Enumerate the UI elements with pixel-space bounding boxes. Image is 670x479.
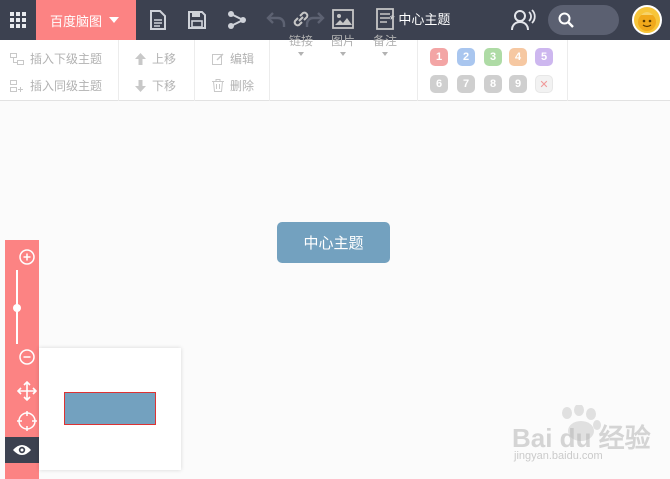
chevron-down-icon [340, 52, 346, 56]
navigator-toggle-button[interactable] [5, 437, 39, 463]
move-down-button[interactable]: 下移 [135, 77, 176, 94]
move-up-label: 上移 [152, 52, 177, 66]
priority-5-button[interactable]: 5 [535, 48, 553, 66]
priority-6-button[interactable]: 6 [430, 75, 448, 93]
insert-sibling-label: 插入同级主题 [30, 79, 103, 93]
new-document-icon[interactable] [146, 8, 170, 32]
priority-3-button[interactable]: 3 [484, 48, 502, 66]
document-title: * 中心主题 [389, 12, 451, 27]
navigator-viewport[interactable] [64, 392, 156, 425]
arrow-down-icon [135, 79, 146, 92]
watermark-url: jingyan.baidu.com [514, 450, 603, 462]
chevron-down-icon [298, 52, 304, 56]
edit-button[interactable]: 编辑 [212, 50, 254, 67]
chevron-down-icon [109, 17, 120, 23]
zoom-slider-handle[interactable] [13, 304, 21, 312]
avatar[interactable] [632, 5, 662, 35]
note-icon [376, 8, 394, 30]
priority-1-button[interactable]: 1 [430, 48, 448, 66]
delete-label: 删除 [230, 79, 255, 93]
zoom-out-icon [19, 349, 35, 365]
delete-button[interactable]: 删除 [212, 77, 254, 94]
chevron-down-icon [382, 52, 388, 56]
edit-label: 编辑 [230, 52, 255, 66]
zoom-in-button[interactable] [10, 245, 44, 269]
insert-sibling-button[interactable]: 插入同级主题 [10, 77, 102, 94]
broadcast-user-icon[interactable] [510, 8, 538, 32]
edit-icon [212, 53, 224, 65]
priority-2-button[interactable]: 2 [457, 48, 475, 66]
image-button[interactable]: 图片 [328, 8, 358, 56]
insert-sibling-icon [10, 79, 23, 92]
link-button[interactable]: 链接 [286, 8, 316, 56]
move-down-label: 下移 [152, 79, 177, 93]
insert-child-icon [10, 52, 24, 65]
image-icon [332, 9, 354, 29]
center-topic-node[interactable]: 中心主题 [277, 222, 390, 263]
insert-child-button[interactable]: 插入下级主题 [10, 50, 102, 67]
insert-child-label: 插入下级主题 [30, 52, 103, 66]
move-up-button[interactable]: 上移 [135, 50, 176, 67]
apps-grid-icon[interactable] [0, 0, 36, 40]
link-label: 链接 [288, 34, 313, 48]
share-icon[interactable] [225, 8, 249, 32]
target-icon [17, 411, 37, 431]
priority-9-button[interactable]: 9 [509, 75, 527, 93]
zoom-in-icon [19, 249, 35, 265]
priority-4-button[interactable]: 4 [509, 48, 527, 66]
priority-8-button[interactable]: 8 [484, 75, 502, 93]
priority-7-button[interactable]: 7 [457, 75, 475, 93]
image-label: 图片 [330, 34, 355, 48]
search-button[interactable] [548, 5, 619, 35]
arrow-up-icon [135, 52, 146, 65]
link-icon [293, 11, 309, 27]
trash-icon [212, 79, 224, 92]
brand-menu-button[interactable]: 百度脑图 [36, 0, 136, 40]
search-icon [558, 12, 574, 28]
priority-clear-button[interactable]: ✕ [535, 75, 553, 93]
move-arrows-icon [17, 381, 37, 401]
eye-icon [13, 445, 31, 455]
note-label: 备注 [372, 34, 397, 48]
brand-label: 百度脑图 [50, 13, 103, 29]
save-icon[interactable] [185, 8, 209, 32]
note-button[interactable]: 备注 [370, 8, 400, 56]
undo-icon[interactable] [264, 8, 288, 32]
